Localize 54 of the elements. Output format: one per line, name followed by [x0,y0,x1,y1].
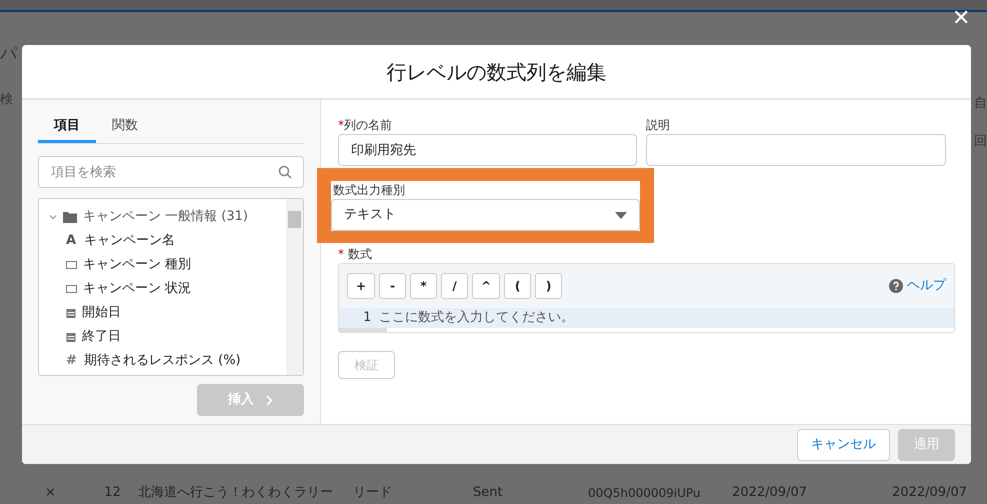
operator-button[interactable]: + [347,273,376,299]
table-cell-text: リード [352,484,393,502]
tree-group[interactable]: キャンペーン 一般情報 (31) [83,206,248,226]
dropdown-icon [615,212,627,218]
search-label: 検 [0,90,14,108]
page-title: パ [0,43,17,66]
table-cell-text: Sent [472,484,504,502]
tree-item[interactable]: キャンペーン名 [84,231,175,251]
table-cell-text: 2022/09/07 [731,484,808,502]
operator-button[interactable]: ) [535,273,562,299]
panel-tab[interactable]: 項目 [38,112,96,143]
calendar-icon [66,308,76,318]
output-type-select[interactable]: テキスト [331,199,640,231]
operator-button[interactable]: - [379,273,406,299]
close-button[interactable]: ✕ [952,8,970,30]
tree-item[interactable]: キャンペーン 状況 [83,279,192,299]
text-type-icon: A [66,231,78,251]
table-cell-text: 12 [103,484,122,502]
field-label: * 数式 [338,246,372,263]
tree-item[interactable]: 終了日 [82,327,121,347]
chevron-right-icon [266,394,273,406]
picklist-icon [66,261,77,269]
help-icon [889,279,903,293]
table-cell-text: 00Q5h000009iUPu [587,485,700,502]
field-label: *列の名前 [338,117,393,134]
cancel-button[interactable]: キャンセル [797,428,890,460]
picklist-icon [66,285,77,293]
formula-placeholder: ここに数式を入力してください。 [379,309,574,328]
column-header: 回 [974,132,987,150]
table-cell-text: 2022/09/07 [891,484,968,502]
calendar-icon [66,332,76,342]
operator-button[interactable]: / [441,273,468,299]
search-icon [278,165,292,179]
tree-item[interactable]: 期待されるレスポンス (%) [84,351,241,371]
operator-button[interactable]: ( [504,273,532,299]
table-cell-text: 北海道へ行こう！わくわくラリー [137,484,334,502]
tree-item[interactable]: 開始日 [82,303,121,323]
tree-item[interactable]: キャンペーン 種別 [83,255,192,275]
scrollbar[interactable] [286,199,303,375]
folder-icon [63,210,77,222]
field-label: 説明 [646,117,671,134]
panel-tab[interactable]: 関数 [96,112,154,143]
description-field[interactable] [646,134,946,166]
dialog-title: 行レベルの数式列を編集 [386,58,606,86]
name-field[interactable]: 印刷用宛先 [338,134,637,166]
help-link[interactable]: ヘルプ [907,276,946,296]
column-header: 自 [974,95,987,113]
operator-button[interactable]: * [410,273,438,299]
search-field[interactable]: 項目を検索 [38,156,304,188]
number-type-icon: # [66,351,78,371]
chevron-icon[interactable] [49,212,57,220]
field-label: 数式出力種別 [332,182,406,199]
operator-button[interactable]: ^ [472,273,500,299]
line-number: 1 [362,309,372,328]
